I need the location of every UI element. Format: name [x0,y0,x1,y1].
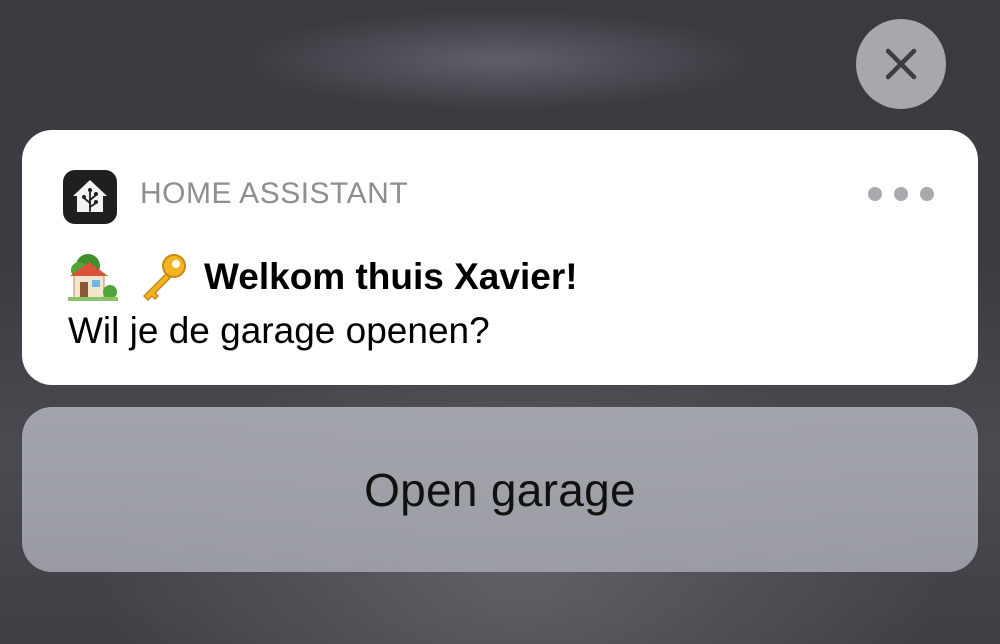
open-garage-label: Open garage [364,463,636,516]
open-garage-button[interactable]: Open garage [22,407,978,572]
app-name: HOME ASSISTANT [140,177,409,210]
more-options-button[interactable] [868,182,934,206]
more-dots-icon [920,187,934,201]
home-assistant-icon [63,170,117,224]
close-button[interactable] [856,19,946,109]
notification-card[interactable]: HOME ASSISTANT Welkom thuis Xavier! Wil … [22,130,978,385]
notification-title: Welkom thuis Xavier! [204,256,578,297]
more-dots-icon [894,187,908,201]
more-dots-icon [868,187,882,201]
house-with-garden-emoji [68,252,120,302]
notification-title-row: Welkom thuis Xavier! [68,252,578,302]
close-icon [885,48,917,80]
notification-body: Wil je de garage openen? [68,310,490,351]
key-emoji [136,252,188,302]
